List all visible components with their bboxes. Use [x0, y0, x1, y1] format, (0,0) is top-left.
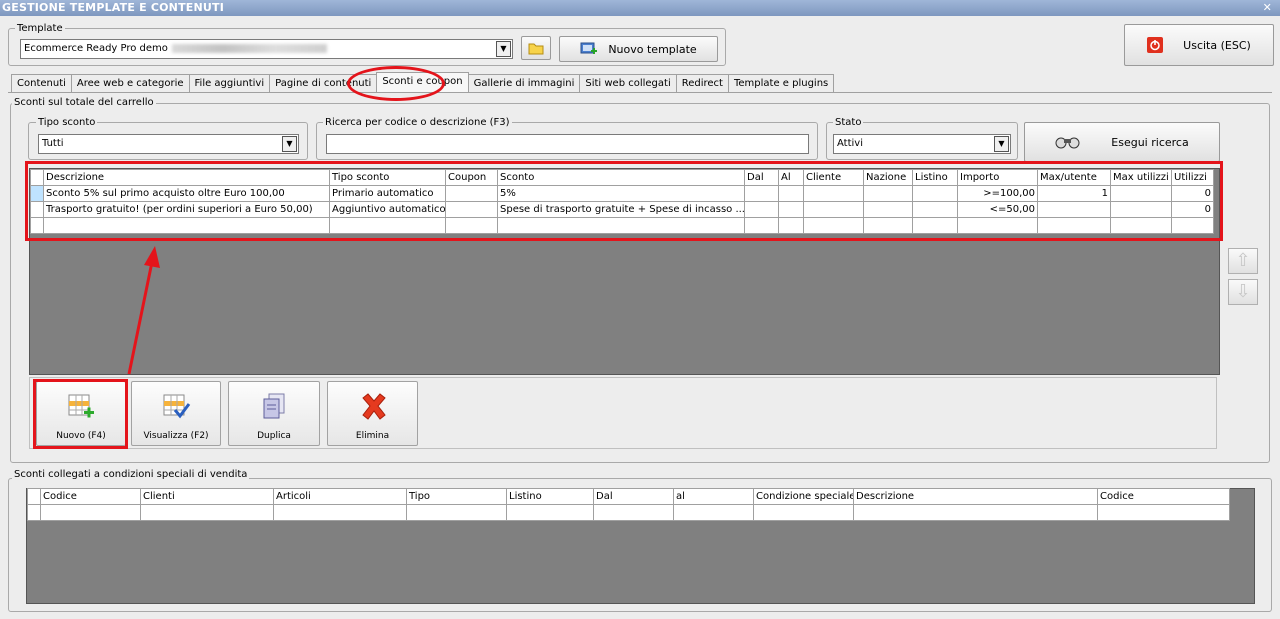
- column-header[interactable]: al: [673, 488, 754, 505]
- row-indicator[interactable]: [27, 504, 41, 521]
- column-header[interactable]: Codice: [1097, 488, 1230, 505]
- column-header[interactable]: Dal: [593, 488, 674, 505]
- table-row-empty[interactable]: [27, 504, 1230, 521]
- row-indicator-header: [27, 488, 41, 505]
- column-header[interactable]: Listino: [506, 488, 594, 505]
- special-grid-header: Codice Clienti Articoli Tipo Listino Dal…: [27, 488, 1230, 505]
- column-header[interactable]: Codice: [40, 488, 141, 505]
- column-header[interactable]: Descrizione: [853, 488, 1098, 505]
- column-header[interactable]: Condizione speciale: [753, 488, 854, 505]
- column-header[interactable]: Tipo: [406, 488, 507, 505]
- special-group-label: Sconti collegati a condizioni speciali d…: [12, 469, 250, 480]
- column-header[interactable]: Clienti: [140, 488, 274, 505]
- special-grid: Codice Clienti Articoli Tipo Listino Dal…: [27, 488, 1230, 521]
- column-header[interactable]: Articoli: [273, 488, 407, 505]
